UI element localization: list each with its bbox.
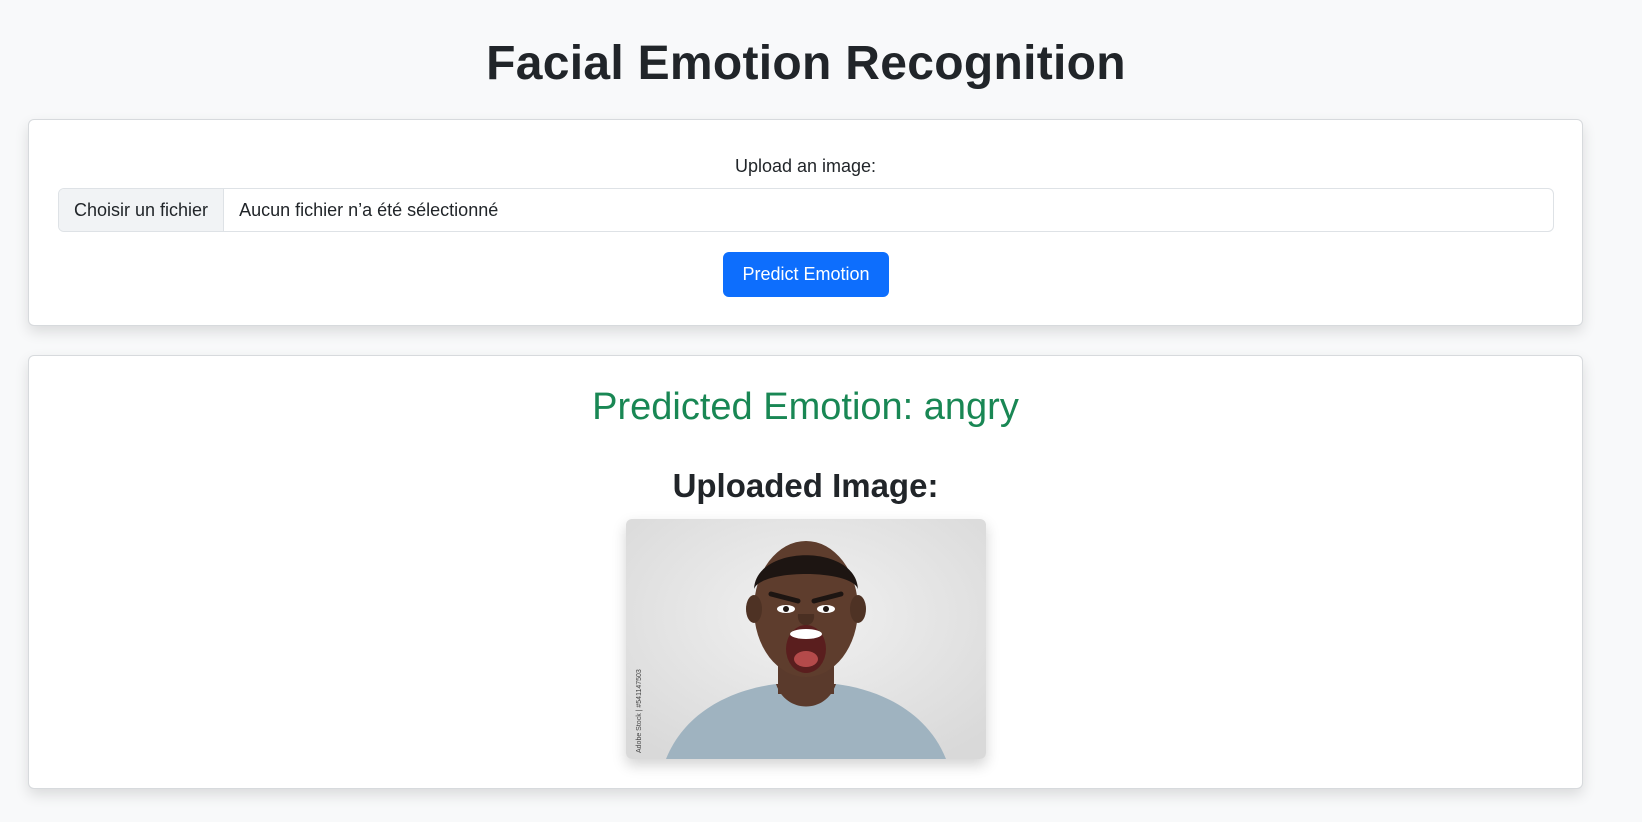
result-card: Predicted Emotion: angry Uploaded Image:: [28, 355, 1583, 789]
uploaded-photo-illustration: [626, 519, 986, 759]
upload-label: Upload an image:: [734, 156, 877, 176]
uploaded-image: Adobe Stock | #541147503: [626, 519, 986, 759]
uploaded-image-heading: Uploaded Image:: [672, 467, 939, 504]
page-title: Facial Emotion Recognition: [486, 37, 1126, 90]
upload-card: Upload an image: Choisir un fichier Aucu…: [28, 119, 1583, 326]
file-status-text: Aucun fichier n’a été sélectionné: [239, 199, 499, 220]
choose-file-button[interactable]: Choisir un fichier: [59, 189, 225, 231]
image-watermark: Adobe Stock | #541147503: [636, 669, 643, 753]
predict-emotion-button[interactable]: Predict Emotion: [723, 252, 889, 297]
predicted-emotion-heading: Predicted Emotion: angry: [592, 386, 1019, 428]
file-input[interactable]: Choisir un fichier Aucun fichier n’a été…: [58, 188, 1554, 232]
